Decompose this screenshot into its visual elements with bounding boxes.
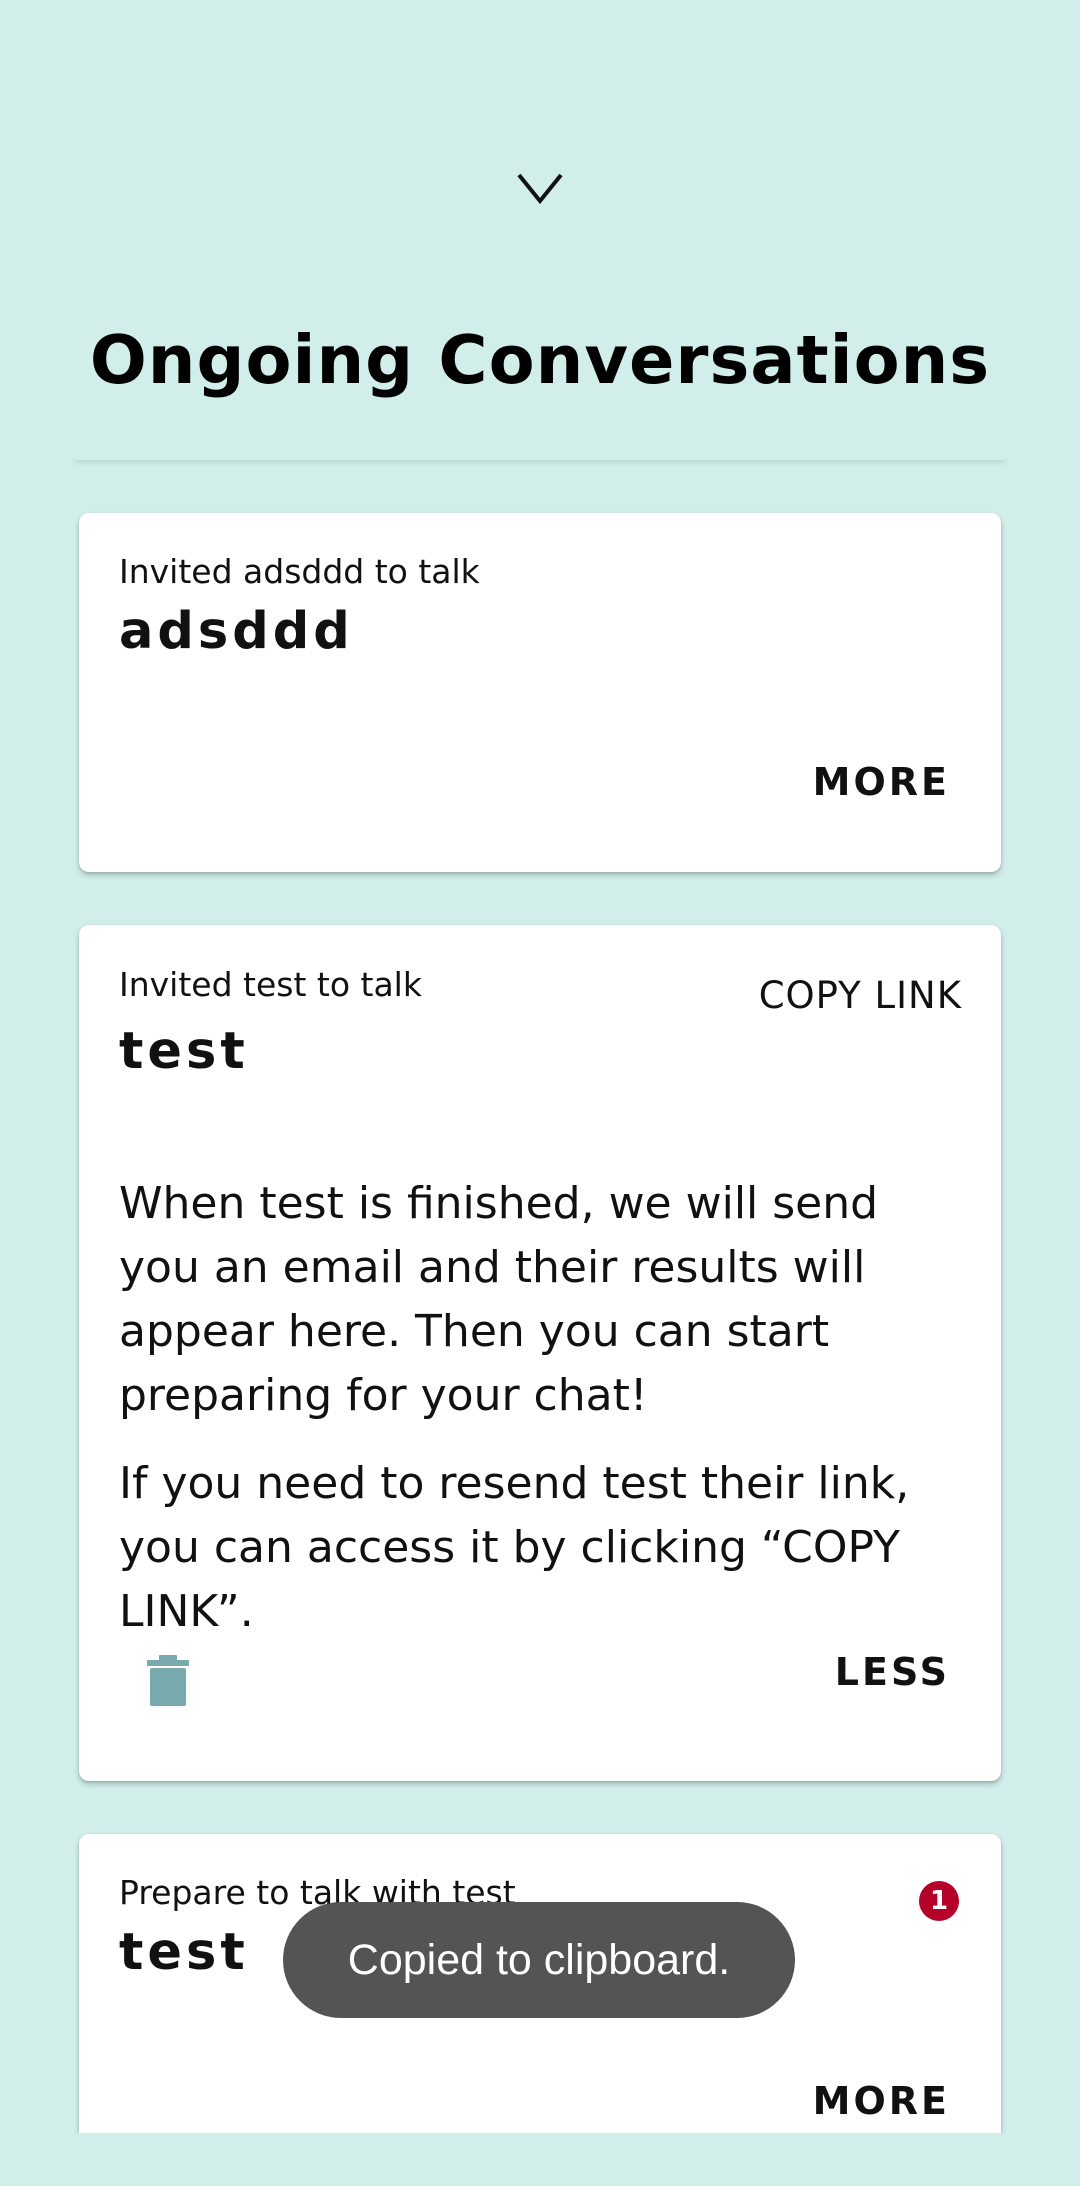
title-divider — [75, 456, 1005, 460]
conversation-card[interactable]: Invited adsddd to talk adsddd MORE — [79, 513, 1001, 872]
conversation-card[interactable]: Invited test to talk COPY LINK test When… — [79, 925, 1001, 1781]
notification-badge: 1 — [919, 1881, 959, 1921]
card-subtitle: Invited adsddd to talk — [119, 552, 480, 591]
conversation-list[interactable]: Invited adsddd to talk adsddd MORE Invit… — [0, 462, 1080, 2133]
copy-link-button[interactable]: COPY LINK — [759, 973, 962, 1019]
trash-icon[interactable] — [145, 1655, 191, 1707]
card-name: adsddd — [119, 602, 354, 661]
chevron-down-icon[interactable] — [511, 168, 569, 210]
less-button[interactable]: LESS — [835, 1649, 950, 1695]
card-body: When test is finished, we will send you … — [119, 1172, 969, 1668]
card-name: test — [119, 1923, 249, 1982]
card-subtitle: Invited test to talk — [119, 965, 422, 1004]
card-body-paragraph: When test is finished, we will send you … — [119, 1178, 879, 1421]
more-button[interactable]: MORE — [813, 2078, 950, 2124]
more-button[interactable]: MORE — [813, 759, 950, 805]
card-name: test — [119, 1022, 249, 1081]
toast-message: Copied to clipboard. — [283, 1902, 795, 2018]
page-title: Ongoing Conversations — [89, 321, 991, 399]
card-body-paragraph: If you need to resend test their link, y… — [119, 1458, 910, 1637]
